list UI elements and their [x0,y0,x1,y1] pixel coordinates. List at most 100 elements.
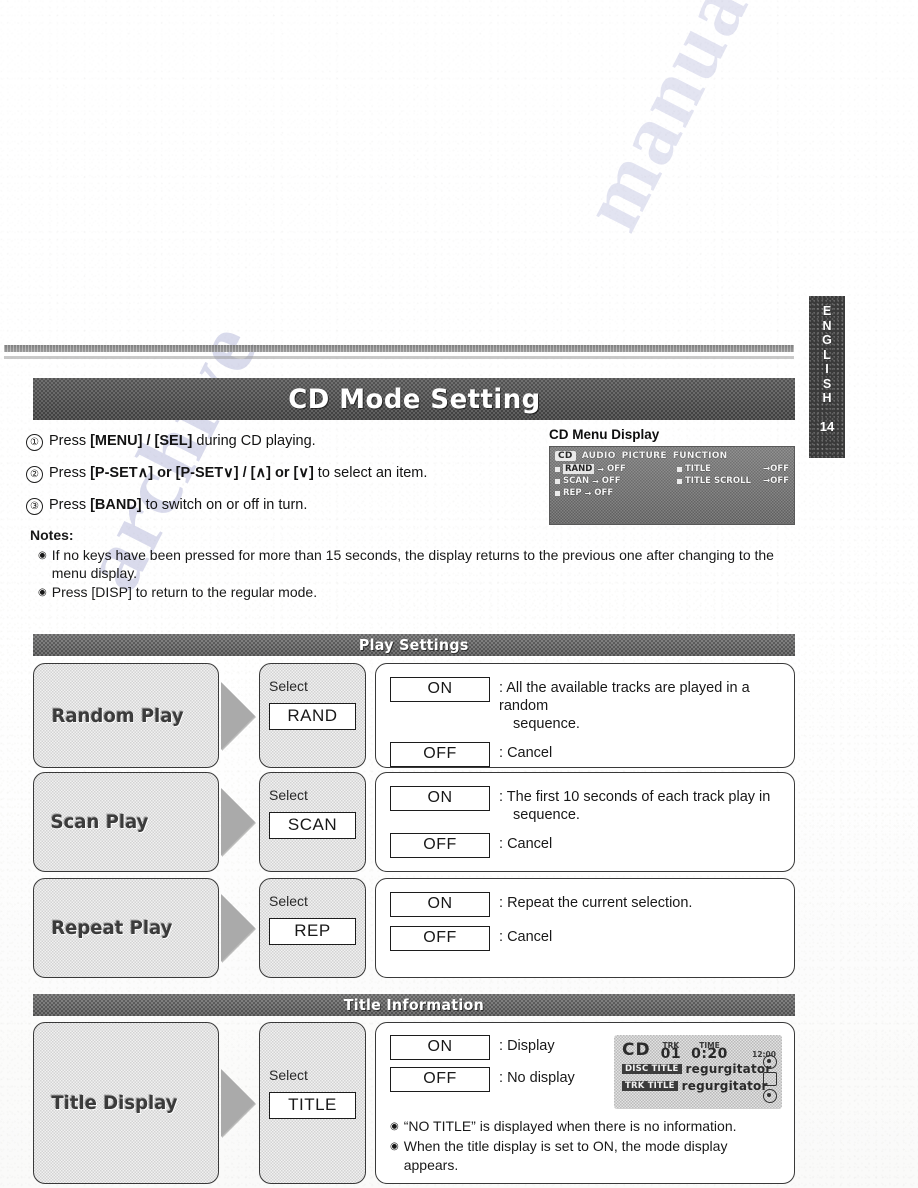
setting-row-title-display: Title Display Select TITLE ON : Display … [33,1022,795,1184]
watermark-right: manualshive.com [560,0,918,245]
side-tab-letter: S [822,376,832,391]
option-description: : Display [499,1038,555,1054]
note-item: ◉ Press [DISP] to return to the regular … [30,584,810,602]
option-chip-off[interactable]: OFF [390,1067,490,1092]
side-tab-letter: I [825,362,829,376]
cd-menu-item-value: OFF [601,476,621,486]
cd-menu-item-label: SCAN [563,476,590,486]
option-chip-on[interactable]: ON [390,1035,490,1060]
select-key-code[interactable]: RAND [269,703,356,730]
option-line: ON : All the available tracks are played… [390,677,782,733]
time-field: TIME 0:20 [691,1041,728,1062]
instruction-step: ② Press [P-SET∧] or [P-SET∨] / [∧] or [∨… [26,464,536,483]
time-value: 0:20 [691,1046,728,1062]
section-bar-play-settings: Play Settings [33,634,795,656]
arrow-icon: → [584,488,592,498]
cd-menu-tab-audio: AUDIO [581,451,616,461]
arrow-icon: → [592,476,599,486]
note-text: Press [DISP] to return to the regular mo… [51,584,318,600]
bullet-icon [677,478,682,484]
bullet-icon [555,478,560,484]
cd-status-display-figure: CD TRK 01 TIME 0:20 12:00 DISC TITLE reg… [614,1035,782,1109]
arrow-icon [219,878,259,978]
cd-menu-item-rep: REP → OFF [555,488,667,498]
track-field: TRK 01 [661,1041,681,1061]
step-number: ③ [26,498,43,515]
bullet-icon [555,466,560,472]
step-text: Press [MENU] / [SEL] during CD playing. [49,433,316,449]
option-chip-on[interactable]: ON [390,677,490,702]
cd-menu-item-label: REP [563,488,582,498]
option-chip-on[interactable]: ON [390,786,490,811]
track-title-line: TRK TITLE regurgitator [622,1079,776,1093]
instruction-step: ① Press [MENU] / [SEL] during CD playing… [26,432,536,451]
select-key-code[interactable]: SCAN [269,812,356,839]
disc-title-tag: DISC TITLE [622,1064,682,1074]
select-key-code[interactable]: TITLE [269,1092,356,1119]
option-chip-off[interactable]: OFF [390,833,490,858]
instruction-steps: ① Press [MENU] / [SEL] during CD playing… [26,432,536,528]
track-title-tag: TRK TITLE [622,1081,678,1091]
cd-menu-tabs: CD AUDIO PICTURE FUNCTION [555,451,789,461]
select-label: Select [269,678,308,694]
setting-name-box: Scan Play [33,772,219,872]
bullet-icon: ◉ [390,1121,399,1132]
cd-menu-item-rand: RAND → OFF [555,464,667,474]
display-status-icons [763,1055,777,1103]
setting-name: Repeat Play [51,917,173,939]
option-description-box: ON : The first 10 seconds of each track … [375,772,795,872]
step-number: ① [26,434,43,451]
cd-menu-item-value: →OFF [763,476,789,486]
note-item: ◉ If no keys have been pressed for more … [30,547,810,582]
step-text: Press [BAND] to switch on or off in turn… [49,497,308,513]
side-tab-letter: H [822,391,832,405]
option-line: OFF : Cancel [390,833,782,858]
option-description-box: ON : Display OFF : No display CD TRK 01 [375,1022,795,1184]
option-description: : All the available tracks are played in… [499,680,750,732]
instruction-step: ③ Press [BAND] to switch on or off in tu… [26,496,536,515]
page-title-banner: CD Mode Setting [33,378,795,420]
disc-icon [763,1089,777,1103]
option-line: OFF : Cancel [390,926,782,951]
scanned-manual-page: archive manualshive.com E N G L I S H 14… [0,0,918,1188]
cd-menu-display-figure: CD Menu Display CD AUDIO PICTURE FUNCTIO… [549,427,797,525]
option-description-box: ON : All the available tracks are played… [375,663,795,768]
language-side-tab: E N G L I S H 14 [809,296,845,458]
setting-name-box: Random Play [33,663,219,768]
option-description: : Repeat the current selection. [499,895,693,911]
cd-menu-item-label: TITLE [685,464,711,474]
arrow-icon [219,772,259,872]
select-key-code[interactable]: REP [269,918,356,945]
cd-menu-item-scan: SCAN → OFF [555,476,667,486]
section-title: Title Information [343,996,485,1014]
cd-menu-item-value: OFF [594,488,614,498]
cd-menu-display-screen: CD AUDIO PICTURE FUNCTION RAND → OFF SCA… [549,446,795,525]
cd-menu-item-label: TITLE SCROLL [685,476,751,486]
header-rule [4,345,794,352]
step-text: Press [P-SET∧] or [P-SET∨] / [∧] or [∨] … [49,465,428,481]
cd-menu-tab-function: FUNCTION [672,451,728,461]
note-item: ◉ When the title display is set to ON, t… [390,1137,782,1175]
cd-menu-display-caption: CD Menu Display [549,427,660,442]
option-line: OFF : No display [390,1067,608,1092]
notes-heading: Notes: [30,527,74,543]
notes-block: Notes: ◉ If no keys have been pressed fo… [30,527,810,604]
option-chip-off[interactable]: OFF [390,742,490,767]
page-number: 14 [819,418,835,434]
option-chip-off[interactable]: OFF [390,926,490,951]
side-tab-letter: E [822,304,832,318]
track-title-value: regurgitator [681,1079,768,1093]
select-label: Select [269,893,308,909]
section-title: Play Settings [359,636,469,654]
cassette-icon [763,1072,777,1086]
bullet-icon: ◉ [38,550,47,561]
select-key-box: Select SCAN [259,772,366,872]
setting-row-repeat-play: Repeat Play Select REP ON : Repeat the c… [33,878,795,978]
cd-menu-tab-picture: PICTURE [621,451,667,461]
note-text: If no keys have been pressed for more th… [51,547,774,581]
setting-name: Scan Play [50,811,149,833]
cd-menu-item-title: TITLE →OFF [677,464,789,474]
option-chip-on[interactable]: ON [390,892,490,917]
bullet-icon [555,490,560,496]
option-line: ON : Display [390,1035,608,1060]
